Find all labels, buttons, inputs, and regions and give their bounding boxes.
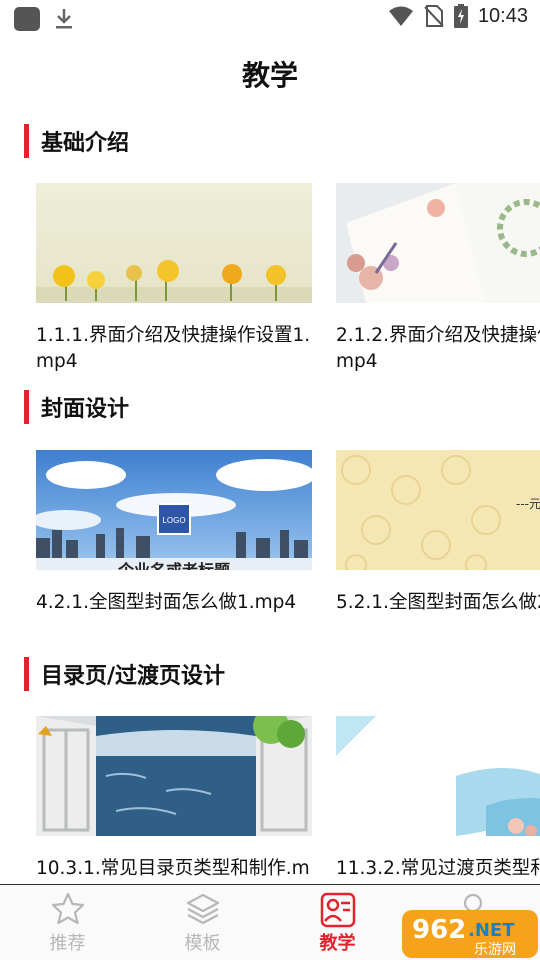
watermark-logo: 962 .NET 乐游网 (400, 908, 540, 960)
video-card[interactable]: ---元 5.2.1.全图型封面怎么做2.mp4 (336, 450, 540, 642)
video-caption[interactable]: 4.2.1.全图型封面怎么做1.mp4 (36, 590, 312, 642)
status-bar: 10:43 (0, 0, 540, 36)
status-time: 10:43 (477, 4, 528, 27)
nav-tab-templates[interactable]: 模板 (135, 885, 270, 960)
section-title: 封面设计 (41, 397, 130, 422)
layers-icon (186, 893, 219, 925)
video-thumbnail-city[interactable]: LOGO 企业名或者标题 (36, 450, 312, 570)
video-thumbnail-cards[interactable] (336, 183, 540, 303)
section-accent-bar (24, 390, 29, 424)
section-title: 基础介绍 (41, 131, 130, 156)
video-thumbnail-window-sea[interactable] (36, 716, 312, 836)
star-icon (51, 892, 84, 925)
download-icon (56, 9, 72, 29)
section-header-cover: 封面设计 (24, 390, 129, 424)
video-card[interactable]: 10.3.1.常见目录页类型和制作.mp4 (36, 716, 312, 908)
video-thumbnail-flowers[interactable] (36, 183, 312, 303)
app-notification-icon (14, 7, 40, 31)
thumb-dash-text: ---元 (516, 497, 540, 511)
section-header-toc: 目录页/过渡页设计 (24, 657, 225, 691)
no-sim-icon (424, 5, 444, 27)
watermark-site: 乐游网 (474, 942, 516, 958)
battery-charging-icon (453, 4, 468, 28)
watermark-brand: 962 (412, 915, 466, 945)
logo-text: LOGO (162, 516, 185, 525)
nav-label: 教学 (319, 933, 356, 954)
video-card[interactable]: 1.1.1.界面介绍及快捷操作设置1.mp4 (36, 183, 312, 375)
video-card[interactable]: LOGO 企业名或者标题 4.2.1.全图型封面怎么做1.mp4 (36, 450, 312, 642)
video-caption[interactable]: 2.1.2.界面介绍及快捷操作设置2.mp4 (336, 323, 540, 375)
video-thumbnail-pattern[interactable]: ---元 (336, 450, 540, 570)
nav-tab-teaching[interactable]: 教学 (270, 885, 405, 960)
lesson-icon (320, 892, 355, 928)
section-accent-bar (24, 657, 29, 691)
page-title: 教学 (241, 59, 298, 92)
video-caption[interactable]: 1.1.1.界面介绍及快捷操作设置1.mp4 (36, 323, 312, 375)
video-card[interactable]: 2.1.2.界面介绍及快捷操作设置2.mp4 (336, 183, 540, 375)
video-caption[interactable]: 5.2.1.全图型封面怎么做2.mp4 (336, 590, 540, 642)
watermark-net: .NET (468, 920, 515, 941)
nav-label: 推荐 (49, 933, 86, 954)
section-header-basics: 基础介绍 (24, 124, 129, 158)
video-thumbnail-watercolor[interactable] (336, 716, 540, 836)
nav-tab-recommend[interactable]: 推荐 (0, 885, 135, 960)
thumb-title-text: 企业名或者标题 (117, 561, 231, 570)
section-accent-bar (24, 124, 29, 158)
wifi-icon (388, 6, 413, 26)
nav-label: 模板 (184, 933, 221, 954)
video-card[interactable]: 11.3.2.常见过渡页类型和制作.mp4 (336, 716, 540, 908)
section-title: 目录页/过渡页设计 (41, 664, 226, 689)
